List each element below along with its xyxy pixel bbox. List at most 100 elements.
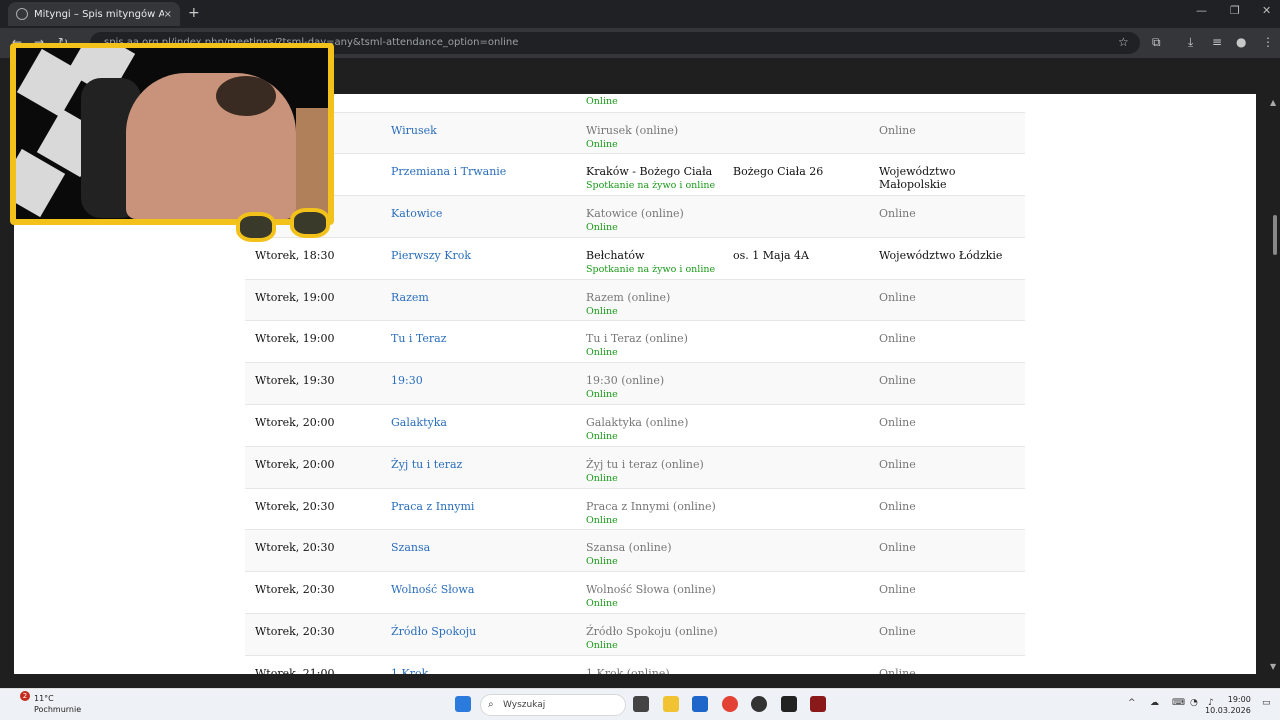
meeting-name-link[interactable]: Razem bbox=[391, 291, 429, 304]
close-window-icon[interactable]: ✕ bbox=[1262, 4, 1271, 17]
meeting-name-link[interactable]: 1 Krok bbox=[391, 667, 428, 674]
meeting-name-link[interactable]: Katowice bbox=[391, 207, 442, 220]
notifications-icon[interactable]: ▭ bbox=[1262, 698, 1271, 708]
meeting-region-cell: Województwo Małopolskie bbox=[879, 154, 1025, 196]
meeting-name-link[interactable]: Tu i Teraz bbox=[391, 332, 447, 345]
chrome-icon[interactable] bbox=[722, 696, 738, 712]
meeting-location-cell: Tu i Teraz (online) Online bbox=[586, 321, 733, 363]
attendance-option: Online bbox=[586, 347, 618, 359]
start-windows-icon[interactable] bbox=[455, 696, 471, 712]
meeting-name-link[interactable]: Przemiana i Trwanie bbox=[391, 165, 506, 178]
meeting-region-cell: Online bbox=[879, 572, 1025, 614]
weather-temp: 11°C bbox=[34, 694, 54, 703]
meeting-name-link[interactable]: Pierwszy Krok bbox=[391, 249, 471, 262]
new-tab-button[interactable]: + bbox=[188, 5, 200, 21]
meeting-region: Województwo Małopolskie bbox=[879, 165, 956, 192]
meeting-region: Online bbox=[879, 457, 916, 471]
maximize-icon[interactable]: ❐ bbox=[1230, 4, 1240, 17]
profile-avatar-icon[interactable]: ● bbox=[1236, 35, 1246, 49]
meeting-name-link-cell: Razem bbox=[391, 279, 586, 321]
browser-tab[interactable]: Mityngi – Spis mityngów AA × bbox=[8, 2, 180, 26]
table-row: Wtorek, 20:30 Wolność Słowa Wolność Słowa … bbox=[245, 572, 1025, 614]
tab-close-icon[interactable]: × bbox=[164, 9, 172, 20]
meeting-region-cell: Online bbox=[879, 279, 1025, 321]
meeting-address-cell bbox=[733, 94, 879, 112]
meeting-location: Razem (online) bbox=[586, 290, 671, 304]
table-row: Wtorek, 19:00 Razem Razem (online) Online On… bbox=[245, 279, 1025, 321]
meeting-time: Wtorek, 20:30 bbox=[255, 499, 335, 513]
tray-network-icon[interactable]: ⌨ bbox=[1172, 698, 1185, 708]
meeting-region-cell: Online bbox=[879, 614, 1025, 656]
menu-list-icon[interactable]: ≡ bbox=[1212, 35, 1222, 49]
meeting-address-cell bbox=[733, 655, 879, 674]
minimize-icon[interactable]: — bbox=[1196, 4, 1207, 17]
table-row: Online bbox=[245, 94, 1025, 112]
meeting-name-link[interactable]: Żyj tu i teraz bbox=[391, 458, 462, 471]
meeting-region: Online bbox=[879, 123, 916, 137]
meeting-address-cell bbox=[733, 279, 879, 321]
table-row: Katowice Katowice (online) Online Online bbox=[245, 195, 1025, 238]
meeting-name-link-cell: Tu i Teraz bbox=[391, 321, 586, 363]
meeting-name-link[interactable]: 19:30 bbox=[391, 374, 423, 387]
weather-widget[interactable]: 2 11°C Pochmurnie bbox=[20, 691, 81, 715]
meeting-name-link[interactable]: Galaktyka bbox=[391, 416, 447, 429]
meeting-location-cell: Żyj tu i teraz (online) Online bbox=[586, 446, 733, 488]
meeting-name-link[interactable]: Wolność Słowa bbox=[391, 583, 474, 596]
meeting-address: os. 1 Maja 4A bbox=[733, 248, 809, 262]
meeting-name-link[interactable]: Szansa bbox=[391, 541, 430, 554]
wifi-icon[interactable]: ◔ bbox=[1190, 698, 1198, 708]
shield-app-icon[interactable] bbox=[810, 696, 826, 712]
attendance-option: Online bbox=[586, 389, 618, 401]
tray-cloud-icon[interactable]: ☁ bbox=[1150, 698, 1159, 708]
store-icon[interactable] bbox=[692, 696, 708, 712]
meeting-name-link[interactable]: Wirusek bbox=[391, 124, 437, 137]
meeting-name-link[interactable]: Praca z Innymi bbox=[391, 500, 474, 513]
bookmark-star-icon[interactable]: ☆ bbox=[1118, 35, 1129, 49]
meeting-location: Bełchatów bbox=[586, 248, 645, 262]
scroll-down-icon[interactable]: ▼ bbox=[1270, 662, 1276, 671]
extensions-icon[interactable]: ⧉ bbox=[1152, 35, 1161, 50]
meeting-location: Tu i Teraz (online) bbox=[586, 332, 688, 346]
attendance-option: Online bbox=[586, 514, 618, 526]
scroll-up-icon[interactable]: ▲ bbox=[1270, 98, 1276, 107]
taskbar-search[interactable]: ⌕ Wyszukaj bbox=[480, 694, 626, 716]
meeting-region: Online bbox=[879, 416, 916, 430]
taskbar-clock[interactable]: 19:00 10.03.2026 bbox=[1205, 694, 1251, 716]
attendance-option: Online bbox=[586, 431, 618, 443]
meeting-region: Online bbox=[879, 541, 916, 555]
meeting-name-link-cell: Szansa bbox=[391, 530, 586, 572]
file-explorer-icon[interactable] bbox=[663, 696, 679, 712]
meeting-time-cell: Wtorek, 21:00 bbox=[245, 655, 391, 674]
meeting-name-link-cell: Praca z Innymi bbox=[391, 488, 586, 530]
meeting-location-cell: Wolność Słowa (online) Online bbox=[586, 572, 733, 614]
meeting-time-cell: Wtorek, 20:00 bbox=[245, 405, 391, 447]
tab-title: Mityngi – Spis mityngów AA bbox=[34, 8, 164, 20]
tab-strip: Mityngi – Spis mityngów AA × + — ❐ ✕ bbox=[0, 0, 1280, 28]
meeting-time: Wtorek, 21:00 bbox=[255, 666, 335, 674]
meeting-address-cell bbox=[733, 405, 879, 447]
meeting-region-cell: Online bbox=[879, 530, 1025, 572]
meeting-address-cell: Bożego Ciała 26 bbox=[733, 154, 879, 196]
downloads-icon[interactable]: ⤓ bbox=[1188, 35, 1193, 50]
meeting-region-cell: Województwo Łódzkie bbox=[879, 237, 1025, 279]
task-view-icon[interactable] bbox=[633, 696, 649, 712]
attendance-option: Spotkanie na żywo i online bbox=[586, 180, 716, 192]
meeting-name-link[interactable]: Źródło Spokoju bbox=[391, 625, 476, 638]
meeting-location: Katowice (online) bbox=[586, 207, 684, 221]
meeting-region: Online bbox=[879, 583, 916, 597]
page-scrollbar[interactable] bbox=[1256, 94, 1280, 674]
meeting-address-cell bbox=[733, 363, 879, 405]
meeting-location: Galaktyka (online) bbox=[586, 416, 689, 430]
meeting-location-cell: Wirusek (online) Online bbox=[586, 112, 733, 154]
meeting-time-cell: Wtorek, 19:00 bbox=[245, 321, 391, 363]
meeting-location: Źródło Spokoju (online) bbox=[586, 625, 718, 639]
more-menu-icon[interactable]: ⋮ bbox=[1262, 35, 1274, 49]
meeting-region-cell: Online bbox=[879, 446, 1025, 488]
meeting-time: Wtorek, 18:30 bbox=[255, 248, 335, 262]
app-icon[interactable] bbox=[781, 696, 797, 712]
attendance-option: Online bbox=[586, 138, 618, 150]
obs-icon[interactable] bbox=[751, 696, 767, 712]
meeting-location: Wirusek (online) bbox=[586, 123, 679, 137]
tray-chevron-icon[interactable]: ^ bbox=[1128, 698, 1136, 708]
scrollbar-thumb[interactable] bbox=[1273, 215, 1277, 255]
